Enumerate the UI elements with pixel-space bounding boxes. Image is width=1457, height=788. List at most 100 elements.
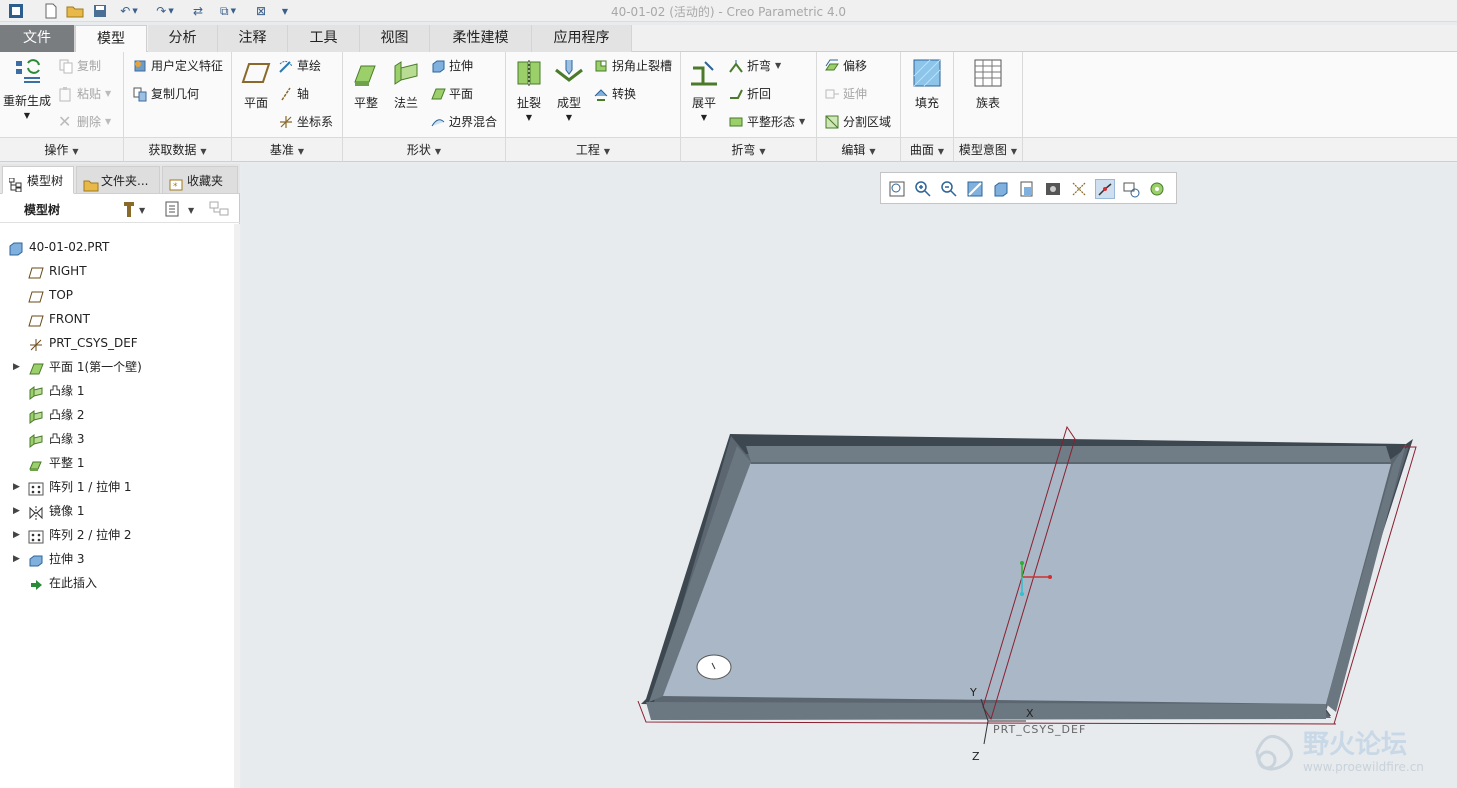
model-tree-scrollbar[interactable] <box>234 224 240 788</box>
fill-button[interactable]: 填充 <box>906 58 948 111</box>
bend-button[interactable]: 折弯 ▼ <box>728 56 781 76</box>
regenerate-button[interactable]: 重新生成 ▼ <box>2 56 52 120</box>
axis-icon <box>278 86 294 102</box>
delete-button[interactable]: ✕ 删除 ▼ <box>58 112 111 132</box>
convert-button[interactable]: 转换 <box>593 84 636 104</box>
tab-applications[interactable]: 应用程序 <box>532 25 632 52</box>
corner-relief-button[interactable]: 拐角止裂槽 <box>593 56 672 76</box>
rip-dropdown-icon[interactable]: ▼ <box>510 113 548 122</box>
edit-label: 编辑 <box>841 143 866 157</box>
flange-icon <box>391 58 421 88</box>
offset-button[interactable]: 偏移 <box>824 56 867 76</box>
tree-node[interactable]: 40-01-02.PRT <box>0 235 232 259</box>
tree-node[interactable]: RIGHT <box>0 259 232 283</box>
group-label-bend[interactable]: 折弯 ▼ <box>681 138 817 162</box>
display-style-icon[interactable] <box>1043 179 1063 199</box>
expand-arrow-icon[interactable]: ▶ <box>13 523 20 547</box>
udf-button[interactable]: 用户定义特征 <box>132 56 223 76</box>
family-table-button[interactable]: 族表 <box>962 58 1014 111</box>
csys-button[interactable]: 坐标系 <box>278 112 333 132</box>
tree-node[interactable]: ▶ 阵列 1 / 拉伸 1 <box>0 475 232 499</box>
tree-filter-icon[interactable] <box>208 199 232 219</box>
form-dropdown-icon[interactable]: ▼ <box>550 113 588 122</box>
extrude-button[interactable]: 拉伸 <box>430 56 473 76</box>
copy-geometry-button[interactable]: 复制几何 <box>132 84 199 104</box>
tree-node[interactable]: 凸缘 1 <box>0 379 232 403</box>
datum-display-icon[interactable] <box>1069 179 1089 199</box>
datum-plane-button[interactable]: 平面 <box>236 58 276 111</box>
group-label-edit[interactable]: 编辑 ▼ <box>817 138 901 162</box>
sheetmetal-part[interactable] <box>637 434 1417 725</box>
axis-button[interactable]: 轴 <box>278 84 309 104</box>
group-label-get-data[interactable]: 获取数据 ▼ <box>124 138 232 162</box>
appearance-icon[interactable] <box>1147 179 1167 199</box>
model-tree-title: 模型树 <box>24 203 61 217</box>
unbend-button[interactable]: 展平 ▼ <box>686 58 722 122</box>
zoom-out-icon[interactable] <box>939 179 959 199</box>
tree-node[interactable]: ▶ 平面 1(第一个壁) <box>0 355 232 379</box>
tree-node[interactable]: ▶ 阵列 2 / 拉伸 2 <box>0 523 232 547</box>
group-label-engineering[interactable]: 工程 ▼ <box>506 138 681 162</box>
tree-node[interactable]: 凸缘 3 <box>0 427 232 451</box>
axis-y-label: Y <box>970 686 977 699</box>
tree-node[interactable]: FRONT <box>0 307 232 331</box>
saved-orientations-icon[interactable] <box>991 179 1011 199</box>
tree-node[interactable]: ▶ 拉伸 3 <box>0 547 232 571</box>
expand-arrow-icon[interactable]: ▶ <box>13 475 20 499</box>
bend-back-button[interactable]: 折回 <box>728 84 771 104</box>
tree-settings-icon[interactable]: ▼ <box>120 199 150 219</box>
view-manager-icon[interactable] <box>1017 179 1037 199</box>
regenerate-dropdown-icon[interactable]: ▼ <box>2 111 52 120</box>
tree-show-icon[interactable]: ▼ <box>164 199 198 219</box>
flange-button[interactable]: 法兰 <box>388 58 424 111</box>
sketch-button[interactable]: 草绘 <box>278 56 321 76</box>
group-label-operations[interactable]: 操作 ▼ <box>0 138 124 162</box>
tab-tools[interactable]: 工具 <box>288 25 360 52</box>
zoom-in-icon[interactable] <box>913 179 933 199</box>
group-label-datum[interactable]: 基准 ▼ <box>232 138 343 162</box>
repaint-icon[interactable] <box>965 179 985 199</box>
paste-button[interactable]: 粘贴 ▼ <box>58 84 111 104</box>
fill-icon <box>912 58 942 88</box>
split-area-button[interactable]: 分割区域 <box>824 112 891 132</box>
svg-text:▼: ▼ <box>139 206 146 215</box>
group-label-model-intent[interactable]: 模型意图 ▼ <box>954 138 1023 162</box>
form-button[interactable]: 成型 ▼ <box>550 58 588 122</box>
tree-node[interactable]: TOP <box>0 283 232 307</box>
tab-favorites[interactable]: * 收藏夹 <box>162 166 238 194</box>
tree-node[interactable]: 凸缘 2 <box>0 403 232 427</box>
extend-button[interactable]: 延伸 <box>824 84 867 104</box>
copy-geometry-icon <box>132 86 148 102</box>
expand-arrow-icon[interactable]: ▶ <box>13 355 20 379</box>
tab-model[interactable]: 模型 <box>75 25 147 53</box>
tree-node-label: 在此插入 <box>49 576 98 590</box>
flatten-wall-button[interactable]: 平整 <box>348 58 384 111</box>
plane-wall-button[interactable]: 平面 <box>430 84 473 104</box>
unbend-dropdown-icon[interactable]: ▼ <box>686 113 722 122</box>
expand-arrow-icon[interactable]: ▶ <box>13 547 20 571</box>
group-label-surfaces[interactable]: 曲面 ▼ <box>901 138 954 162</box>
rip-button[interactable]: 扯裂 ▼ <box>510 58 548 122</box>
flat-pattern-button[interactable]: 平整形态 ▼ <box>728 112 805 132</box>
tab-view[interactable]: 视图 <box>360 25 430 52</box>
boundary-blend-button[interactable]: 边界混合 <box>430 112 497 132</box>
tree-node[interactable]: 平整 1 <box>0 451 232 475</box>
refit-icon[interactable] <box>887 179 907 199</box>
tab-folder-browser[interactable]: 文件夹... <box>76 166 160 194</box>
copy-button[interactable]: 复制 <box>58 56 101 76</box>
graphics-viewport[interactable]: Y X Z PRT_CSYS_DEF <box>241 164 1457 788</box>
tree-node[interactable]: 在此插入 <box>0 571 232 595</box>
annotation-display-icon[interactable] <box>1095 179 1115 199</box>
tree-node[interactable]: PRT_CSYS_DEF <box>0 331 232 355</box>
tab-analysis[interactable]: 分析 <box>148 25 218 52</box>
tree-node[interactable]: ▶ 镜像 1 <box>0 499 232 523</box>
spin-center-icon[interactable] <box>1121 179 1141 199</box>
tab-annotate[interactable]: 注释 <box>218 25 288 52</box>
tab-flexible-modeling[interactable]: 柔性建模 <box>430 25 532 52</box>
group-label-shapes[interactable]: 形状 ▼ <box>343 138 506 162</box>
tab-file[interactable]: 文件 <box>0 25 75 52</box>
extend-label: 延伸 <box>843 87 868 101</box>
tab-model-tree[interactable]: 模型树 <box>2 166 74 194</box>
corner-relief-label: 拐角止裂槽 <box>612 59 673 73</box>
expand-arrow-icon[interactable]: ▶ <box>13 499 20 523</box>
